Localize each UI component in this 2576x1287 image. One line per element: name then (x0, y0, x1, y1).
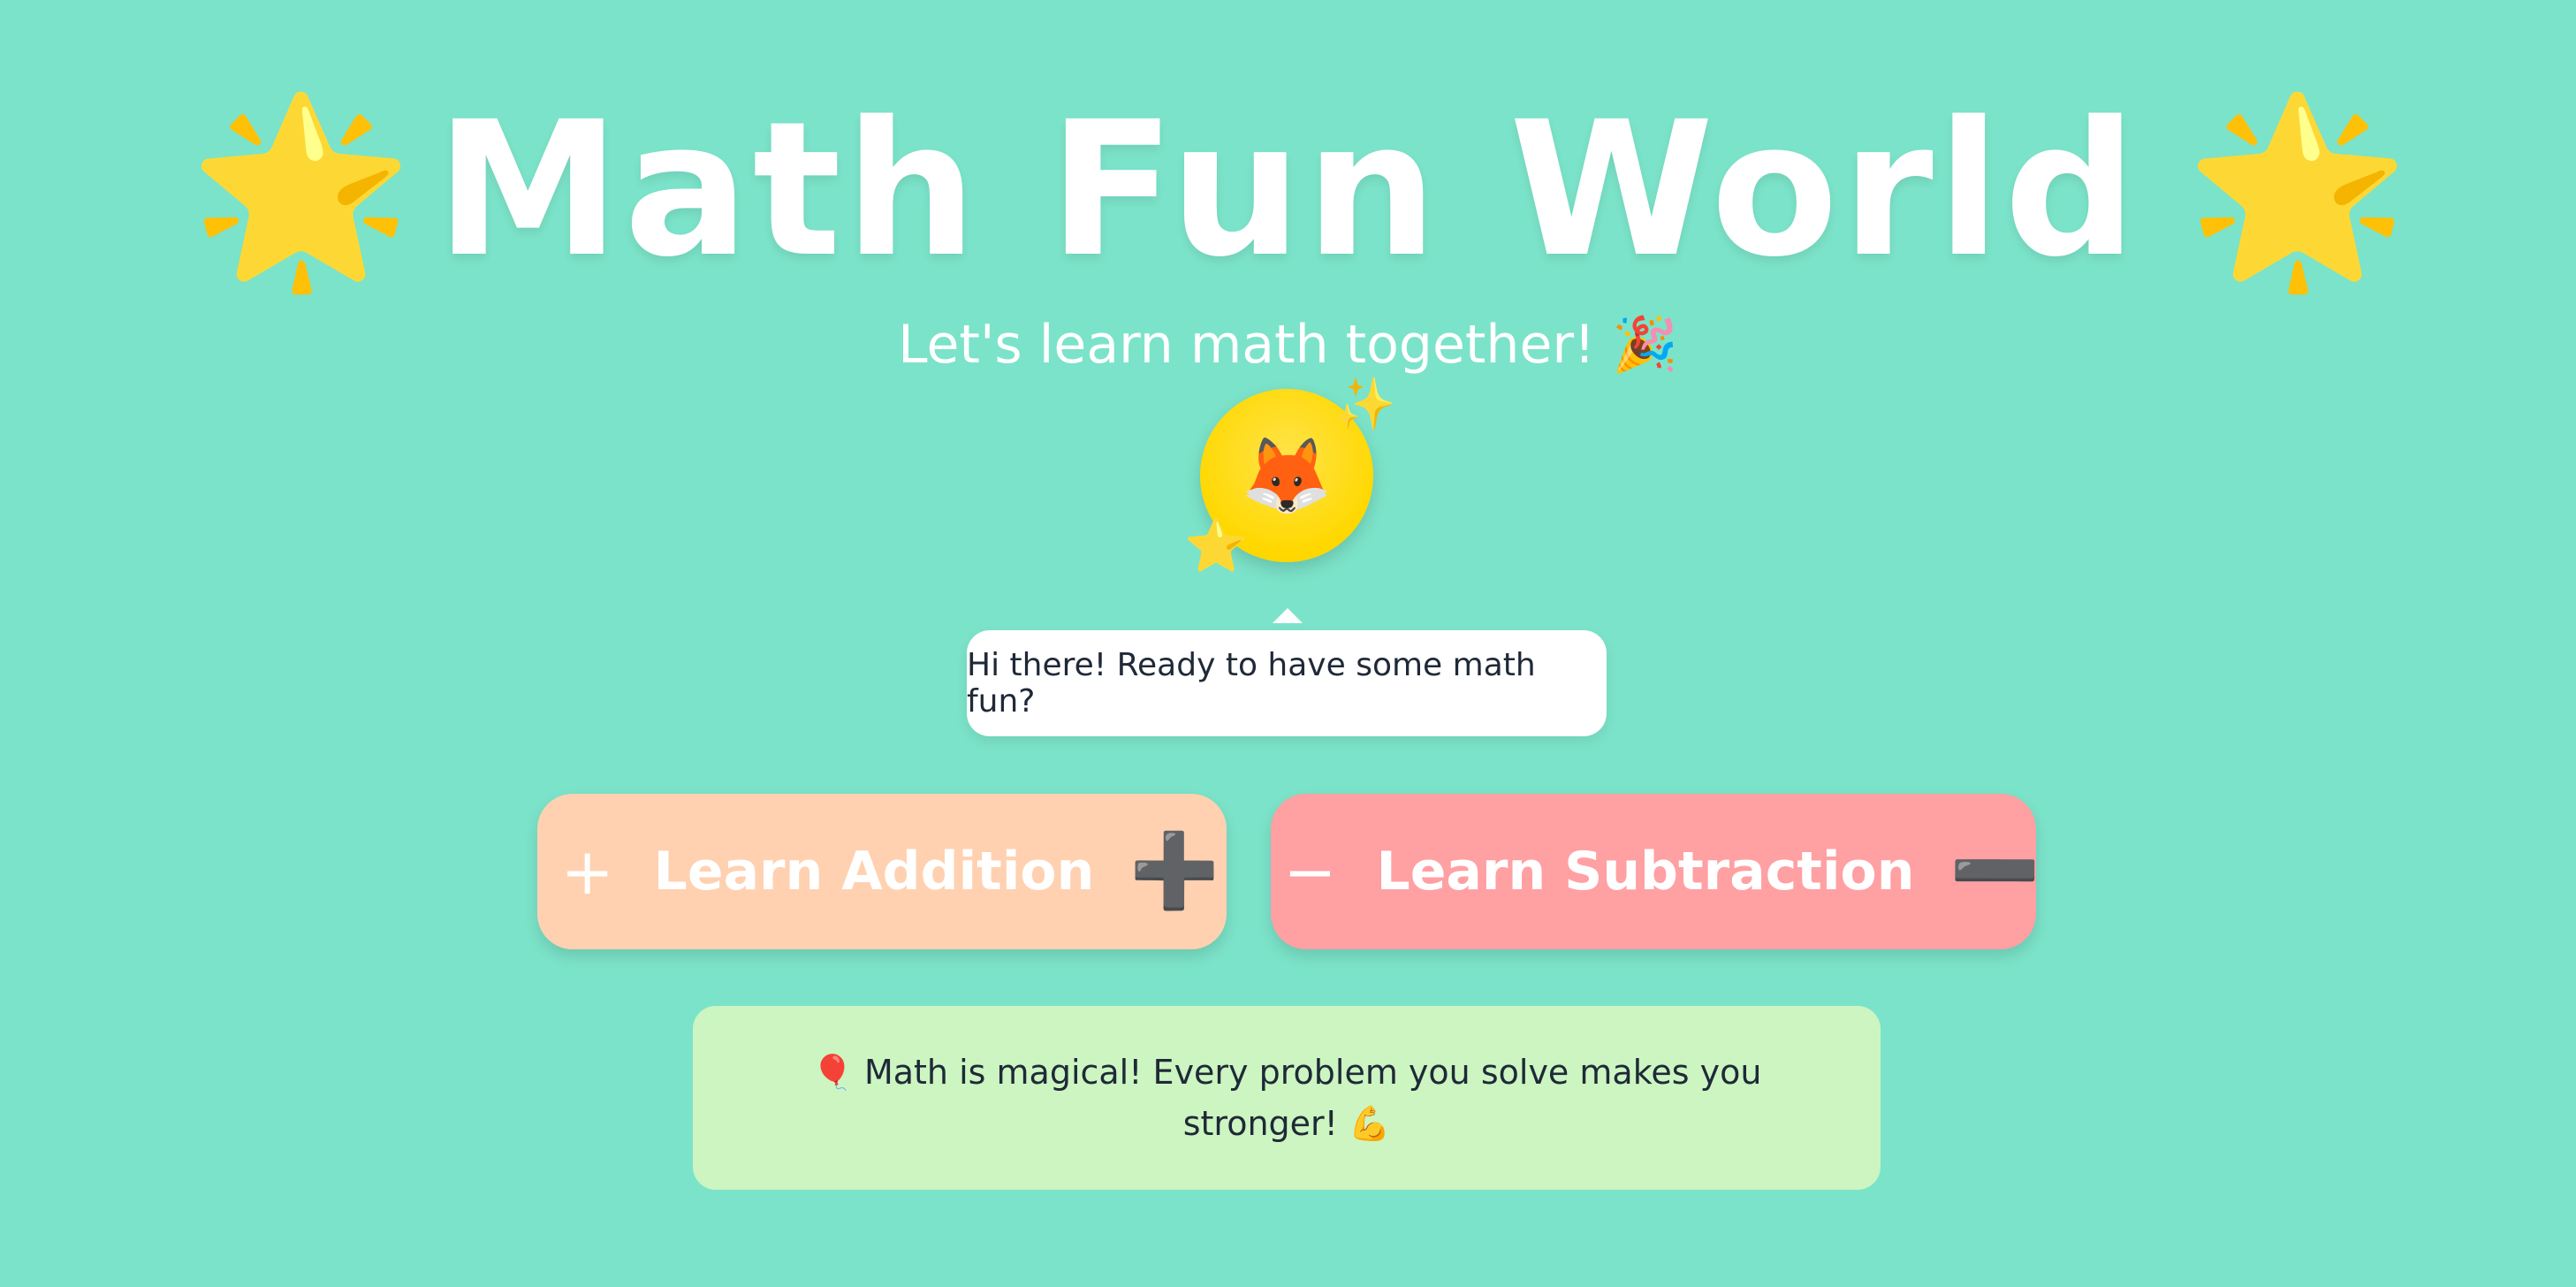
learn-addition-label: Learn Addition (653, 841, 1095, 902)
page-title: Math Fun World (435, 81, 2141, 298)
learn-subtraction-label: Learn Subtraction (1376, 841, 1915, 902)
motivation-box: 🎈 Math is magical! Every problem you sol… (693, 1006, 1881, 1190)
speech-bubble-pointer (1273, 608, 1303, 623)
sparkles-icon: ✨ (1333, 374, 1397, 434)
motivation-text: 🎈 Math is magical! Every problem you sol… (811, 1053, 1762, 1143)
speech-bubble-text: Hi there! Ready to have some math fun? (967, 647, 1536, 720)
fox-icon: 🦊 (1240, 432, 1334, 519)
minus-emoji-icon: ➖ (1949, 829, 2040, 913)
minus-icon: − (1283, 834, 1337, 909)
star-icon: ⭐ (1184, 515, 1249, 575)
app-page: 🌟 Math Fun World 🌟 Let's learn math toge… (0, 0, 2576, 1287)
plus-emoji-icon: ➕ (1129, 829, 1220, 913)
learn-addition-button[interactable]: + Learn Addition ➕ (537, 794, 1227, 949)
header: 🌟 Math Fun World 🌟 (0, 84, 2576, 296)
learn-subtraction-button[interactable]: − Learn Subtraction ➖ (1271, 794, 2040, 949)
speech-bubble: Hi there! Ready to have some math fun? (967, 630, 1607, 736)
plus-icon: + (560, 834, 614, 909)
star-icon: 🌟 (2185, 84, 2411, 295)
page-subtitle: Let's learn math together! 🎉 (898, 314, 1678, 376)
mascot[interactable]: 🦊 ✨ ⭐ (1184, 378, 1396, 571)
star-icon: 🌟 (187, 84, 414, 295)
